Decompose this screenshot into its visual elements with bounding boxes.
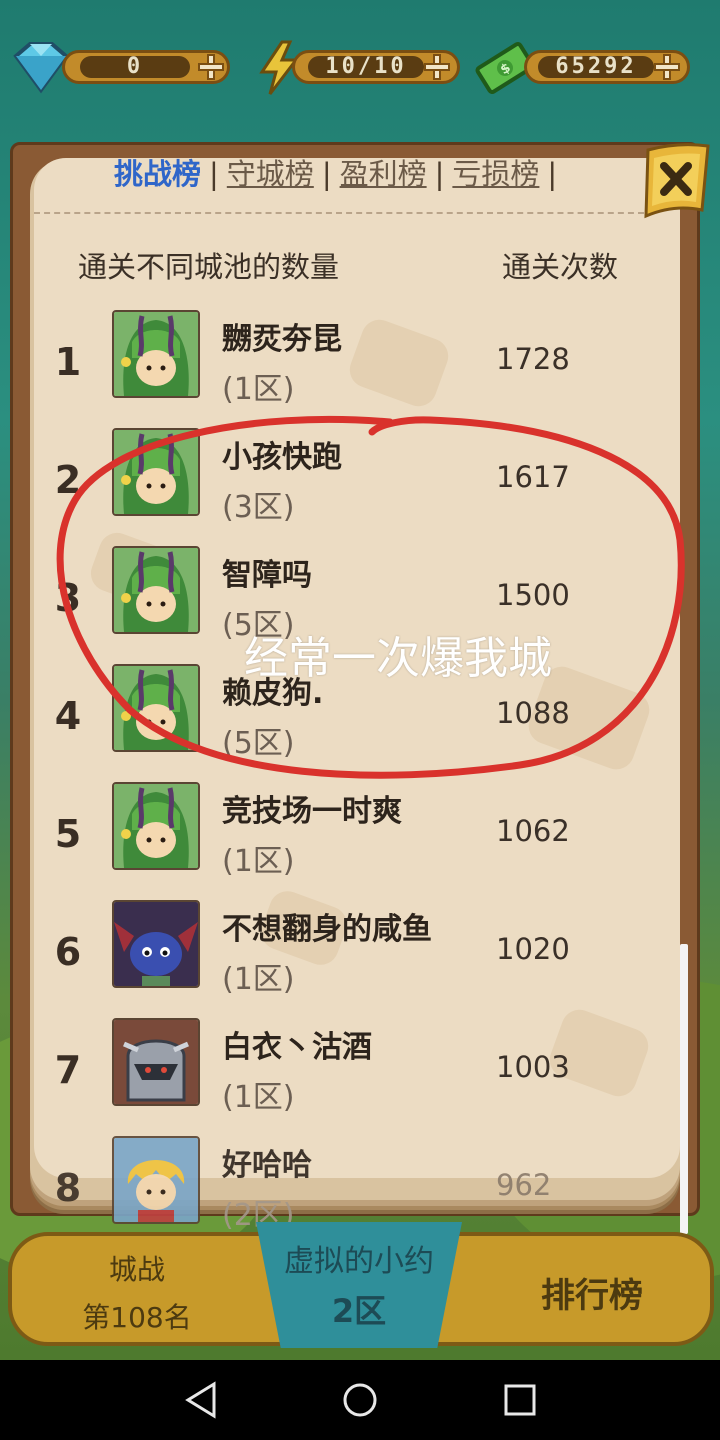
gem-counter: 0 xyxy=(8,42,230,94)
player-name-label: 虚拟的小约 xyxy=(284,1244,434,1279)
recents-icon[interactable] xyxy=(500,1380,540,1420)
player-name: 不想翻身的咸鱼 xyxy=(222,912,432,947)
cash-counter: $ 65292 xyxy=(474,42,690,94)
energy-counter: 10/10 xyxy=(256,40,460,95)
player-avatar xyxy=(112,782,200,870)
rank-number: 2 xyxy=(54,458,82,502)
player-name: 竞技场一时爽 xyxy=(222,794,402,829)
player-avatar xyxy=(112,1018,200,1106)
clear-count: 1617 xyxy=(496,460,570,494)
tab-challenge[interactable]: 挑战榜 xyxy=(114,150,201,198)
tab-defense[interactable]: 守城榜 xyxy=(227,150,314,198)
player-avatar xyxy=(112,428,200,516)
add-cash-button[interactable] xyxy=(652,52,682,82)
rank-number: 4 xyxy=(54,694,82,738)
leaderboard-row[interactable]: 1 嬲烎夯昆 (1区) 1728 xyxy=(0,310,646,428)
home-icon[interactable] xyxy=(340,1380,380,1420)
column-header-clears: 通关次数 xyxy=(502,250,619,284)
clear-count: 1062 xyxy=(496,814,570,848)
tab-separator: | xyxy=(434,157,445,191)
blue-bat-avatar-icon xyxy=(114,902,198,986)
clear-count: 1003 xyxy=(496,1050,570,1084)
tab-separator: | xyxy=(547,157,558,191)
close-icon xyxy=(644,143,710,219)
blonde-hero-avatar-icon xyxy=(114,1138,198,1222)
green-hair-avatar-icon xyxy=(114,548,198,632)
armored-knight-avatar-icon xyxy=(114,1020,198,1104)
leaderboard-tabs: 挑战榜 | 守城榜 | 盈利榜 | 亏损榜 | xyxy=(114,150,565,198)
gem-value: 0 xyxy=(80,56,190,78)
leaderboard-button[interactable]: 排行榜 xyxy=(482,1244,702,1336)
leaderboard-button-label: 排行榜 xyxy=(541,1276,643,1316)
green-hair-avatar-icon xyxy=(114,430,198,514)
add-gems-button[interactable] xyxy=(196,52,226,82)
tab-loss[interactable]: 亏损榜 xyxy=(452,150,539,198)
annotation-text: 经常一次爆我城 xyxy=(244,633,552,684)
add-energy-button[interactable] xyxy=(422,52,452,82)
clear-count: 1500 xyxy=(496,578,570,612)
player-name: 好哈哈 xyxy=(222,1148,312,1183)
list-scrollbar[interactable] xyxy=(680,944,688,1234)
green-hair-avatar-icon xyxy=(114,784,198,868)
clear-count: 962 xyxy=(496,1168,552,1202)
rank-number: 3 xyxy=(54,576,82,620)
rank-number: 7 xyxy=(54,1048,82,1092)
player-zone: (1区) xyxy=(222,844,295,879)
leaderboard-row[interactable]: 5 竞技场一时爽 (1区) 1062 xyxy=(0,782,646,900)
leaderboard-row[interactable]: 2 小孩快跑 (3区) 1617 xyxy=(0,428,646,546)
clear-count: 1728 xyxy=(496,342,570,376)
player-name: 嬲烎夯昆 xyxy=(222,322,342,357)
player-zone: (1区) xyxy=(222,1080,295,1115)
rank-number: 1 xyxy=(54,340,82,384)
column-header-cities: 通关不同城池的数量 xyxy=(78,250,340,284)
tab-separator: | xyxy=(321,157,332,191)
green-hair-avatar-icon xyxy=(114,666,198,750)
player-zone-label: 2区 xyxy=(331,1292,387,1330)
rank-number: 8 xyxy=(54,1166,82,1210)
city-war-label: 城战 xyxy=(108,1253,165,1286)
close-button[interactable] xyxy=(642,140,712,226)
clear-count: 1088 xyxy=(496,696,570,730)
player-zone: (3区) xyxy=(222,490,295,525)
player-avatar xyxy=(112,546,200,634)
back-icon[interactable] xyxy=(182,1380,222,1420)
player-avatar xyxy=(112,310,200,398)
player-name: 小孩快跑 xyxy=(222,440,342,475)
player-name: 智障吗 xyxy=(222,558,312,593)
player-avatar xyxy=(112,900,200,988)
player-zone: (1区) xyxy=(222,962,295,997)
city-war-button[interactable]: 城战 第108名 xyxy=(22,1244,252,1336)
player-name: 白衣丶沽酒 xyxy=(222,1030,372,1065)
tab-profit[interactable]: 盈利榜 xyxy=(340,150,427,198)
clear-count: 1020 xyxy=(496,932,570,966)
system-navigation-bar xyxy=(0,1360,720,1440)
energy-value: 10/10 xyxy=(308,56,424,78)
rank-number: 6 xyxy=(54,930,82,974)
green-hair-avatar-icon xyxy=(114,312,198,396)
player-zone: (5区) xyxy=(222,726,295,761)
rank-number: 5 xyxy=(54,812,82,856)
player-zone: (1区) xyxy=(222,372,295,407)
player-avatar xyxy=(112,1136,200,1224)
city-war-rank: 第108名 xyxy=(82,1301,192,1334)
leaderboard-row[interactable]: 6 不想翻身的咸鱼 (1区) 1020 xyxy=(0,900,646,1018)
tab-separator: | xyxy=(209,157,219,191)
cash-value: 65292 xyxy=(538,56,654,78)
leaderboard-row[interactable]: 7 白衣丶沽酒 (1区) 1003 xyxy=(0,1018,646,1136)
header-divider xyxy=(34,212,644,214)
player-avatar xyxy=(112,664,200,752)
